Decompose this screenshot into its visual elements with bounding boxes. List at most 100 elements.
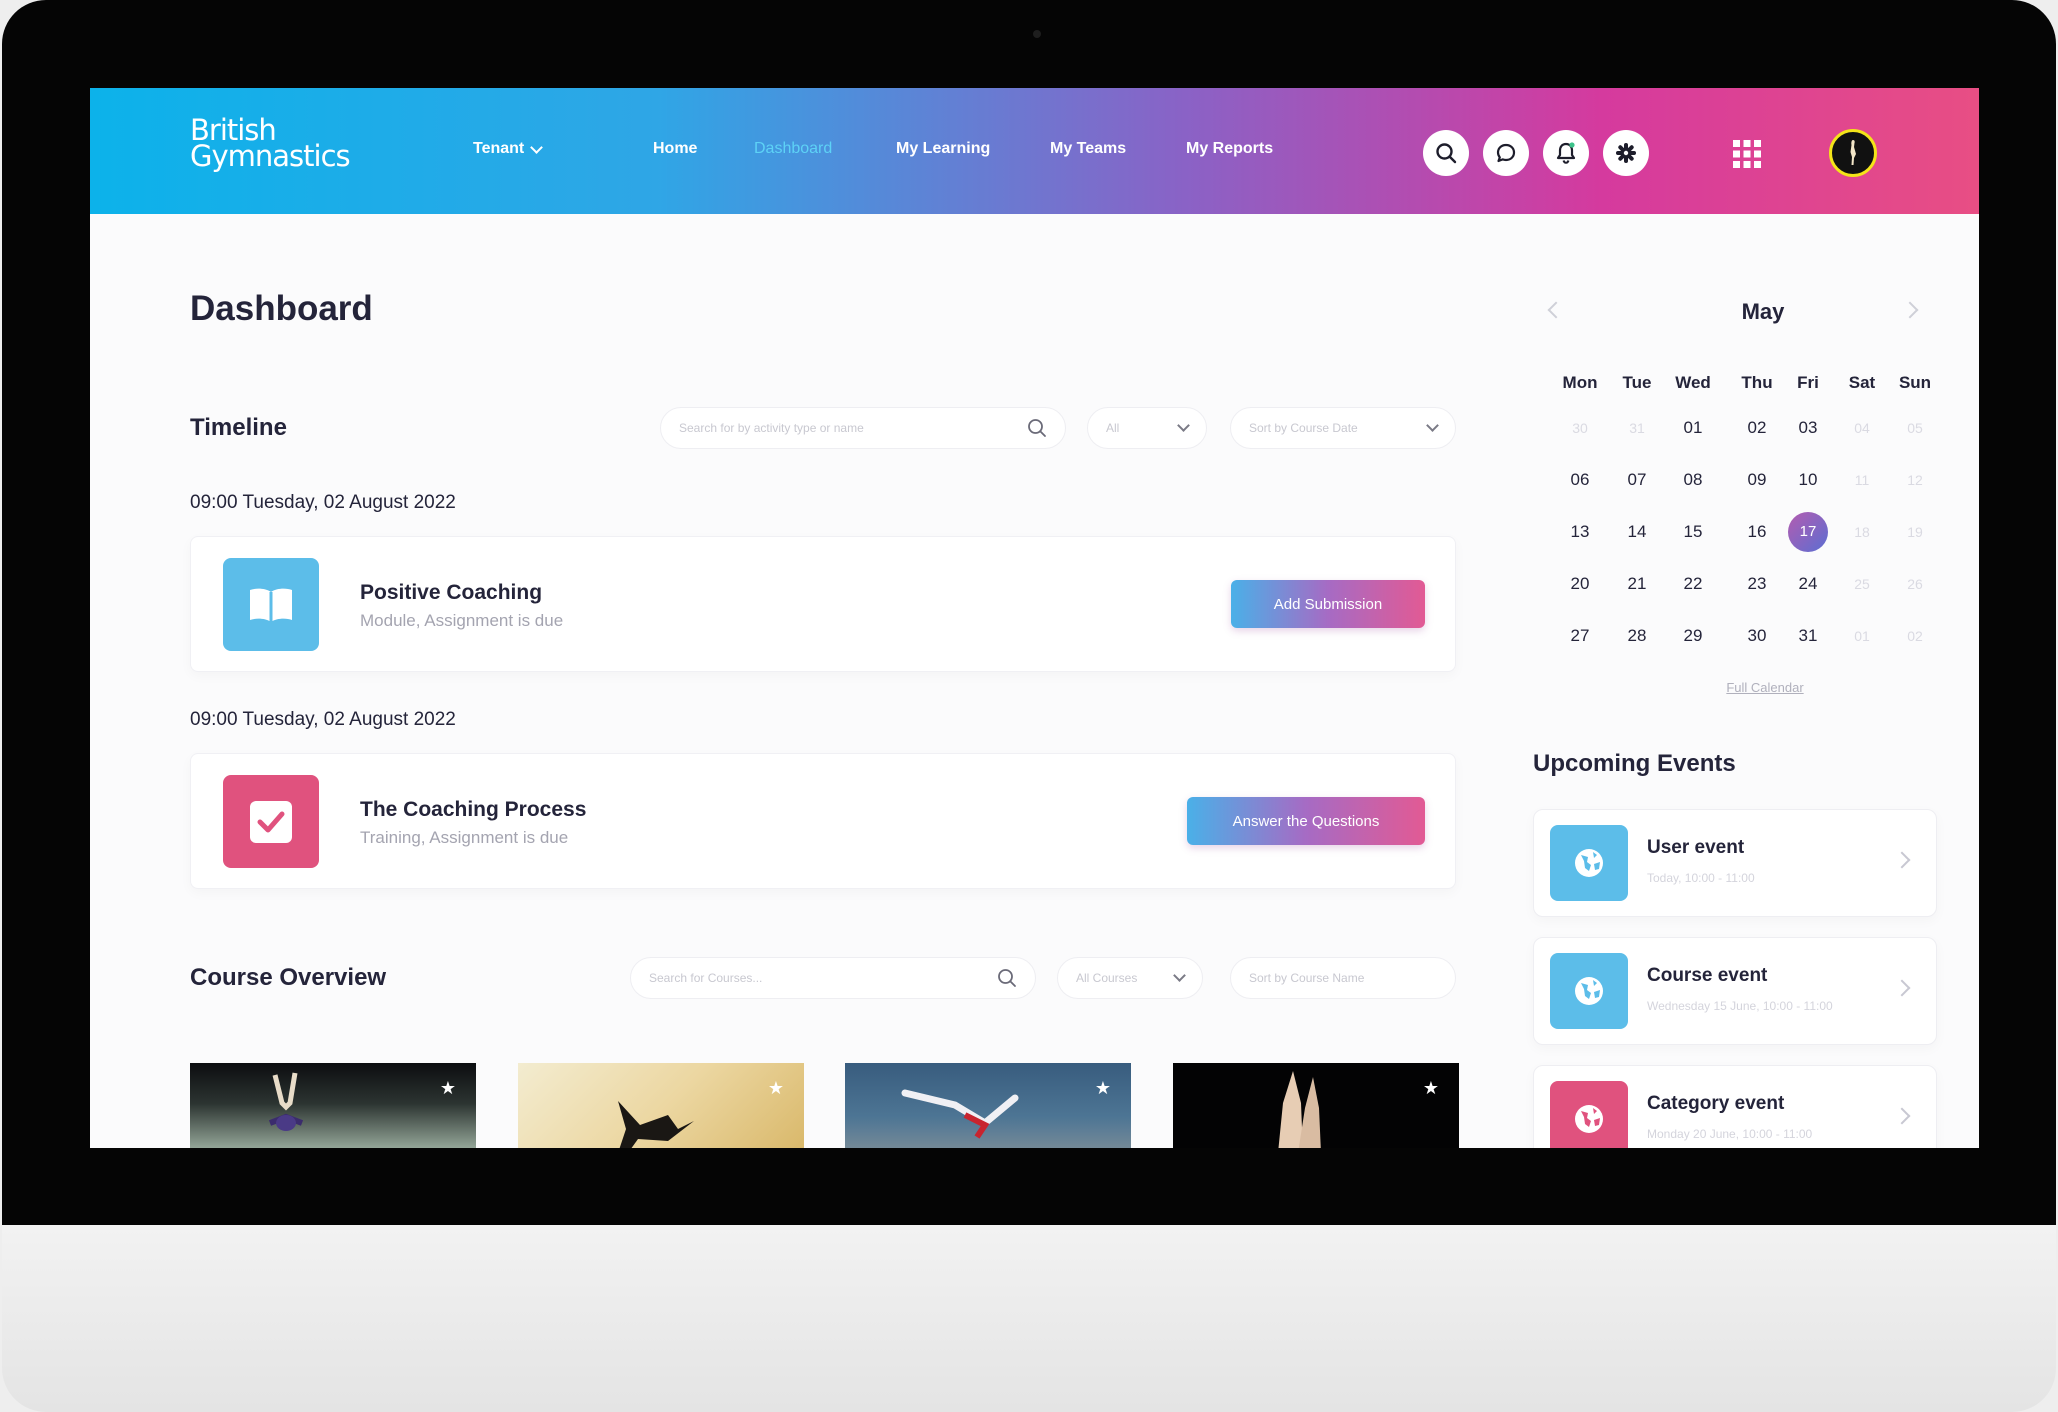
gymnast-silhouette-icon <box>1850 140 1856 165</box>
calendar-day[interactable]: 01 <box>1673 408 1713 448</box>
apps-grid-button[interactable] <box>1733 140 1761 173</box>
chevron-down-icon <box>530 140 544 154</box>
calendar-next-button[interactable] <box>1901 301 1919 319</box>
course-image <box>618 1101 694 1148</box>
timeline-sort-select[interactable]: Sort by Course Date <box>1230 407 1456 449</box>
search-button[interactable] <box>1423 130 1469 176</box>
event-time: Wednesday 15 June, 10:00 - 11:00 <box>1647 999 1833 1013</box>
settings-button[interactable] <box>1603 130 1649 176</box>
timeline-item-date: 09:00 Tuesday, 02 August 2022 <box>190 709 456 730</box>
calendar-day[interactable]: 26 <box>1895 564 1935 604</box>
calendar-day[interactable]: 14 <box>1617 512 1657 552</box>
calendar-day[interactable]: 29 <box>1673 616 1713 656</box>
upcoming-events-title: Upcoming Events <box>1533 750 1736 777</box>
event-card[interactable]: User event Today, 10:00 - 11:00 <box>1533 809 1937 917</box>
course-image <box>901 1089 1019 1139</box>
answer-questions-button[interactable]: Answer the Questions <box>1187 797 1425 845</box>
calendar-day[interactable]: 11 <box>1842 460 1882 500</box>
star-icon[interactable]: ★ <box>440 1078 456 1099</box>
messages-button[interactable] <box>1483 130 1529 176</box>
timeline-filter-value: All <box>1106 421 1120 435</box>
calendar-day[interactable]: 27 <box>1560 616 1600 656</box>
full-calendar-link[interactable]: Full Calendar <box>1695 680 1835 695</box>
calendar-day[interactable]: 10 <box>1788 460 1828 500</box>
notifications-button[interactable] <box>1543 130 1589 176</box>
chevron-down-icon <box>1177 419 1190 432</box>
search-icon <box>998 969 1016 987</box>
event-time: Monday 20 June, 10:00 - 11:00 <box>1647 1127 1813 1141</box>
course-card[interactable]: ★ <box>190 1063 476 1148</box>
tenant-dropdown[interactable]: Tenant <box>473 140 544 158</box>
course-filter-select[interactable]: All Courses <box>1057 957 1203 999</box>
calendar-day[interactable]: 20 <box>1560 564 1600 604</box>
search-icon <box>1028 419 1046 437</box>
calendar-day[interactable]: 07 <box>1617 460 1657 500</box>
timeline-item: Positive Coaching Module, Assignment is … <box>190 536 1456 672</box>
calendar-day[interactable]: 31 <box>1617 408 1657 448</box>
timeline-filter-select[interactable]: All <box>1087 407 1207 449</box>
nav-dashboard[interactable]: Dashboard <box>754 140 832 158</box>
calendar-day[interactable]: 05 <box>1895 408 1935 448</box>
nav-my-reports[interactable]: My Reports <box>1186 140 1273 158</box>
timeline-item-icon <box>223 775 319 868</box>
bell-icon <box>1556 142 1576 164</box>
course-filter-value: All Courses <box>1076 971 1138 985</box>
calendar-prev-button[interactable] <box>1547 301 1565 319</box>
calendar-day[interactable]: 22 <box>1673 564 1713 604</box>
calendar-day[interactable]: 03 <box>1788 408 1828 448</box>
timeline-item-date: 09:00 Tuesday, 02 August 2022 <box>190 492 456 513</box>
star-icon[interactable]: ★ <box>1095 1078 1111 1099</box>
calendar-day[interactable]: 02 <box>1895 616 1935 656</box>
timeline-search-placeholder: Search for by activity type or name <box>679 421 864 435</box>
course-card[interactable]: ★ <box>1173 1063 1459 1148</box>
calendar-day[interactable]: 18 <box>1842 512 1882 552</box>
calendar-day[interactable]: 13 <box>1560 512 1600 552</box>
calendar-day[interactable]: 04 <box>1842 408 1882 448</box>
course-search-input[interactable]: Search for Courses... <box>630 957 1036 999</box>
globe-icon <box>1575 1105 1603 1133</box>
timeline-search-input[interactable]: Search for by activity type or name <box>660 407 1066 449</box>
calendar-day[interactable]: 01 <box>1842 616 1882 656</box>
calendar-weekday: Wed <box>1675 373 1711 392</box>
calendar-day[interactable]: 06 <box>1560 460 1600 500</box>
event-time: Today, 10:00 - 11:00 <box>1647 871 1755 885</box>
calendar-day[interactable]: 30 <box>1737 616 1777 656</box>
calendar-day[interactable]: 08 <box>1673 460 1713 500</box>
calendar-day[interactable]: 02 <box>1737 408 1777 448</box>
app-screen: British Gymnastics Tenant Home Dashboard… <box>90 88 1979 1148</box>
calendar-weekday: Sun <box>1898 373 1932 392</box>
course-card[interactable]: ★ <box>518 1063 804 1148</box>
course-card[interactable]: ★ <box>845 1063 1131 1148</box>
user-avatar[interactable] <box>1829 129 1877 177</box>
calendar-day[interactable]: 16 <box>1737 512 1777 552</box>
star-icon[interactable]: ★ <box>768 1078 784 1099</box>
brand-logo[interactable]: British Gymnastics <box>190 116 351 171</box>
calendar-weekday: Sat <box>1848 373 1876 392</box>
calendar-day[interactable]: 12 <box>1895 460 1935 500</box>
calendar-weekday: Thu <box>1741 373 1773 392</box>
nav-home[interactable]: Home <box>653 140 697 158</box>
calendar-day[interactable]: 21 <box>1617 564 1657 604</box>
calendar-day[interactable]: 24 <box>1788 564 1828 604</box>
calendar-day[interactable]: 09 <box>1737 460 1777 500</box>
star-icon[interactable]: ★ <box>1423 1078 1439 1099</box>
calendar-day[interactable]: 31 <box>1788 616 1828 656</box>
monitor-chin <box>2 1225 2056 1412</box>
calendar-day[interactable]: 30 <box>1560 408 1600 448</box>
calendar-weekday: Mon <box>1562 373 1598 392</box>
course-sort-select[interactable]: Sort by Course Name <box>1230 957 1456 999</box>
calendar-day[interactable]: 23 <box>1737 564 1777 604</box>
add-submission-button[interactable]: Add Submission <box>1231 580 1425 628</box>
event-icon <box>1550 1081 1628 1148</box>
event-card[interactable]: Course event Wednesday 15 June, 10:00 - … <box>1533 937 1937 1045</box>
event-card[interactable]: Category event Monday 20 June, 10:00 - 1… <box>1533 1065 1937 1148</box>
book-icon <box>250 588 292 622</box>
calendar-day[interactable]: 17 <box>1788 512 1828 552</box>
calendar-day[interactable]: 15 <box>1673 512 1713 552</box>
calendar-day[interactable]: 19 <box>1895 512 1935 552</box>
nav-my-teams[interactable]: My Teams <box>1050 140 1126 158</box>
calendar-day[interactable]: 28 <box>1617 616 1657 656</box>
nav-my-learning[interactable]: My Learning <box>896 140 990 158</box>
calendar-day[interactable]: 25 <box>1842 564 1882 604</box>
timeline-item-subtitle: Module, Assignment is due <box>360 611 564 630</box>
